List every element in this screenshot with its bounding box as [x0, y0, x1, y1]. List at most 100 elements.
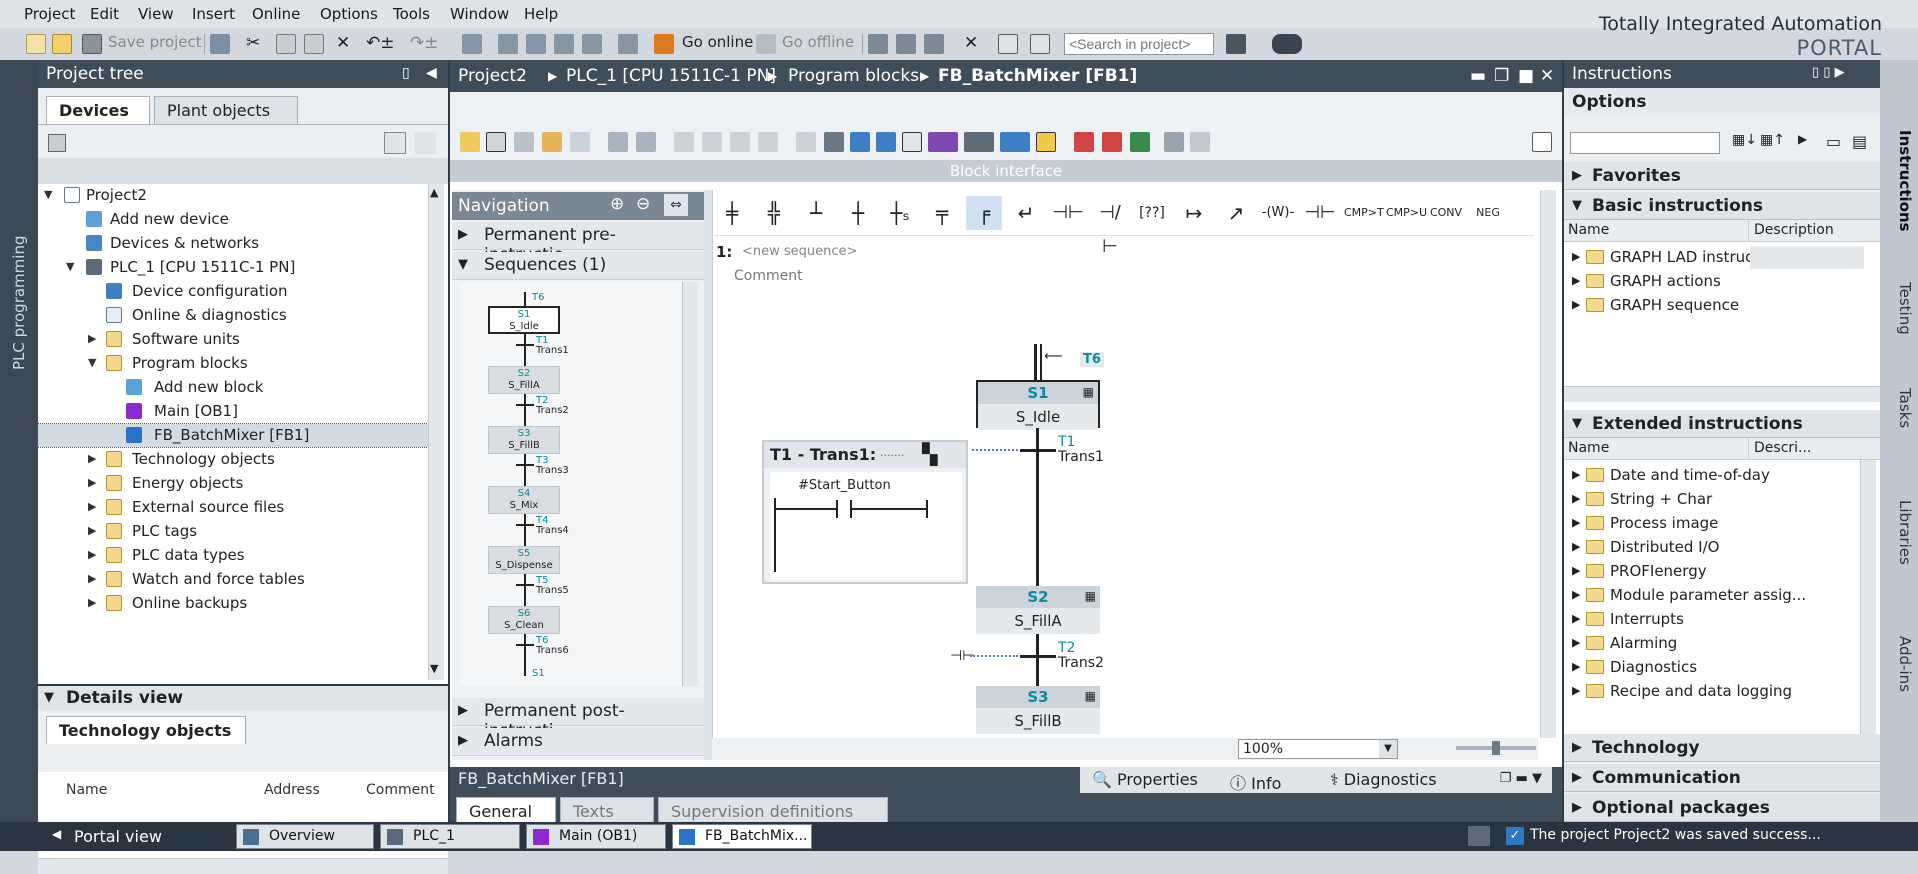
alt-branch-icon[interactable]: ╒ [966, 196, 1002, 230]
pin-icon[interactable]: ▯ [402, 65, 410, 81]
expand-icon[interactable]: ▶ [1572, 274, 1580, 287]
expand-icon[interactable]: ▶ [88, 548, 96, 561]
mini-step[interactable]: S2 S_FillA [488, 366, 560, 394]
compile-icon[interactable] [462, 34, 482, 54]
mini-step[interactable]: S6 S_Clean [488, 606, 560, 634]
close-icon[interactable]: ✕ [1540, 66, 1554, 86]
expand-icon[interactable]: ▶ [1572, 162, 1582, 190]
breadcrumb-block[interactable]: FB_BatchMixer [FB1] [938, 66, 1137, 86]
no-contact-icon[interactable]: ⊣⊢ [1050, 196, 1086, 230]
tree-item-energy-objects[interactable]: ▶ Energy objects [38, 472, 428, 495]
zoom-out-icon[interactable]: ⊖ [636, 194, 650, 214]
refresh-icon[interactable] [414, 132, 436, 154]
details-h-scrollbar[interactable] [38, 858, 448, 874]
comment-icon[interactable] [902, 132, 922, 152]
jump-icon[interactable]: ┼ₛ [882, 196, 918, 230]
new-project-icon[interactable] [26, 34, 46, 54]
tree-item-external-source-files[interactable]: ▶ External source files [38, 496, 428, 519]
sequence-end-icon[interactable]: ╤ [924, 196, 960, 230]
cut-icon[interactable]: ✂ [246, 33, 260, 53]
step-s1[interactable]: S1 S_Idle ▦ [976, 380, 1100, 430]
tree-item-software-units[interactable]: ▶ Software units [38, 328, 428, 351]
task-plc1[interactable]: PLC_1 [380, 824, 520, 849]
nc-contact-icon[interactable]: ⊣/⊢ [1092, 196, 1128, 257]
toggle-icon[interactable] [796, 132, 816, 152]
section-technology[interactable]: ▶ Technology [1564, 734, 1880, 762]
expand-icon[interactable]: ▶ [1572, 764, 1582, 792]
save-project-button[interactable]: Save project [108, 33, 202, 51]
sequence-comment[interactable]: Comment [734, 268, 803, 284]
subtab-general[interactable]: General [456, 797, 556, 825]
scroll-down-icon[interactable]: ▼ [430, 662, 438, 675]
maximize-icon[interactable]: ■ [1518, 66, 1534, 86]
zoom-select[interactable]: 100% ▼ [1238, 739, 1398, 759]
col-comment[interactable]: Comment [366, 782, 435, 798]
expand-icon[interactable]: ▶ [88, 476, 96, 489]
accessible-devices-icon[interactable] [868, 34, 888, 54]
view-icon[interactable]: ▭ [1826, 132, 1841, 151]
tab-info[interactable]: ⓘ Info [1230, 770, 1281, 794]
tab-devices[interactable]: Devices [46, 96, 150, 124]
expand-icon[interactable]: ▶ [1572, 564, 1580, 577]
breadcrumb-project[interactable]: Project2 [458, 66, 527, 86]
basic-item-graph-sequence[interactable]: ▶ GRAPH sequence [1564, 294, 1864, 317]
search-down-icon[interactable]: ▦↓ [1732, 132, 1757, 148]
condition-network-icon[interactable]: ▚ [922, 442, 937, 466]
menu-insert[interactable]: Insert [192, 5, 235, 23]
subtab-texts[interactable]: Texts [560, 797, 654, 825]
expand-icon[interactable]: ▶ [1572, 492, 1580, 505]
return-icon[interactable]: ↵ [1008, 196, 1044, 230]
mini-transition-bar[interactable] [516, 404, 534, 406]
portal-view-button[interactable]: Portal view [74, 827, 162, 846]
neg-button[interactable]: NEG [1470, 196, 1506, 230]
paste-icon[interactable] [304, 34, 324, 54]
minimize-icon[interactable]: ▬ [1470, 66, 1486, 86]
transition-t2-bar[interactable] [1020, 655, 1056, 658]
step-s2[interactable]: S2 S_FillA ▦ [976, 586, 1100, 634]
expand-icon[interactable]: ▶ [1572, 734, 1582, 762]
nav-alarms[interactable]: ▶ Alarms [452, 728, 704, 756]
overview-grid-icon[interactable] [48, 134, 66, 152]
plc-programming-strip[interactable]: PLC programming [0, 60, 38, 822]
mini-step[interactable]: S4 S_Mix [488, 486, 560, 514]
tool-icon[interactable] [1164, 132, 1184, 152]
undo-icon[interactable]: ↶± [366, 33, 395, 53]
single-step-icon[interactable] [514, 132, 534, 152]
section-basic-instructions[interactable]: ▼ Basic instructions [1564, 192, 1880, 220]
insert-step-icon[interactable] [928, 132, 958, 152]
expand-icon[interactable]: ▶ [1572, 660, 1580, 673]
scroll-up-icon[interactable]: ▲ [430, 186, 438, 199]
insert-network-icon[interactable] [608, 132, 628, 152]
tree-item-plc-tags[interactable]: ▶ PLC tags [38, 520, 428, 543]
transition-icon[interactable]: ┴ [798, 196, 834, 230]
menu-help[interactable]: Help [524, 5, 558, 23]
search-up-icon[interactable]: ▦↑ [1760, 132, 1785, 148]
expand-icon[interactable]: ▶ [1572, 250, 1580, 263]
breadcrumb-program-blocks[interactable]: Program blocks [788, 66, 919, 86]
extended-item[interactable]: ▶ Interrupts [1564, 608, 1864, 631]
cmp-u-button[interactable]: CMP>U [1386, 196, 1427, 230]
close-branch-icon[interactable]: ↗ [1218, 196, 1254, 230]
expand-icon[interactable]: ▶ [1572, 298, 1580, 311]
tab-plant-objects[interactable]: Plant objects [154, 96, 298, 124]
go-offline-button[interactable]: Go offline [782, 33, 854, 51]
tree-item-project2[interactable]: ▼ Project2 [38, 184, 428, 207]
sidetab-add-ins[interactable]: Add-ins [1884, 636, 1914, 692]
interlock-icon[interactable]: ⊣⊢ [1302, 196, 1338, 230]
mini-transition-bar[interactable] [516, 524, 534, 526]
error-icon[interactable] [1074, 132, 1094, 152]
search-project-icon[interactable] [1226, 34, 1246, 54]
error-icon[interactable] [1102, 132, 1122, 152]
extended-item[interactable]: ▶ PROFIenergy [1564, 560, 1864, 583]
step-icon[interactable]: ╬ [756, 196, 792, 230]
expand-icon[interactable]: ▶ [1572, 684, 1580, 697]
mini-transition-bar[interactable] [516, 464, 534, 466]
transition-t1-bar[interactable] [1020, 449, 1056, 452]
extended-item[interactable]: ▶ Alarming [1564, 632, 1864, 655]
section-optional-packages[interactable]: ▶ Optional packages [1564, 794, 1880, 822]
extended-item[interactable]: ▶ Distributed I/O [1564, 536, 1864, 559]
sidetab-libraries[interactable]: Libraries [1884, 500, 1914, 565]
nav-permanent-post[interactable]: ▶ Permanent post-instructi... [452, 698, 704, 741]
expand-icon[interactable]: ▶ [1572, 794, 1582, 822]
collapse-icon[interactable]: ▼ [44, 188, 52, 201]
